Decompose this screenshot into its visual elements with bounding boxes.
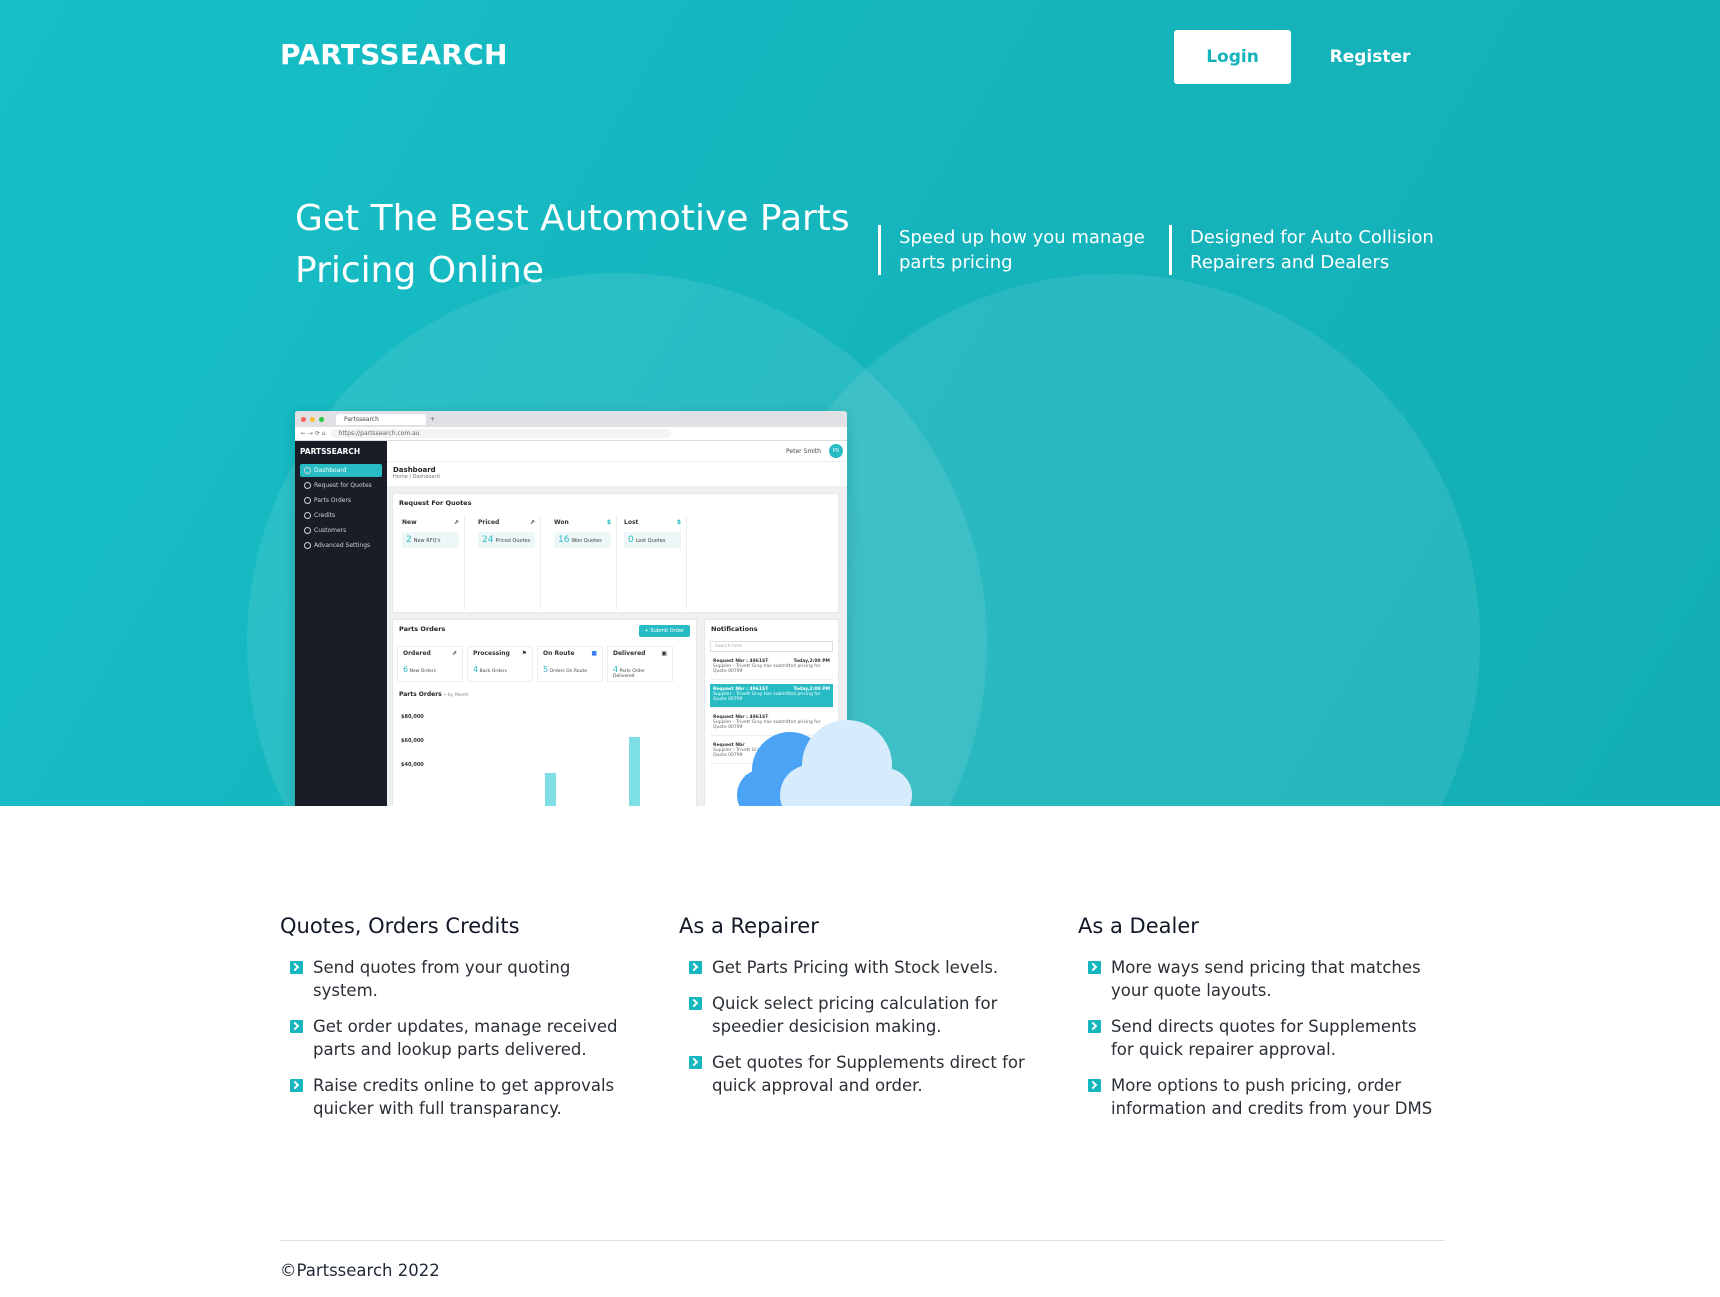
mock-chart-tick: $60,000 <box>401 738 424 744</box>
mock-sidebar-item: Request for Quotes <box>300 479 382 492</box>
mock-page-title: Dashboard <box>393 466 436 474</box>
brand-logo[interactable]: PARTSSEARCH <box>280 38 508 71</box>
mock-rfq-stat: New ⇗ 2 New RFQ's <box>397 516 465 610</box>
quotes-orders-column: Quotes, Orders Credits Send quotes from … <box>280 914 640 1133</box>
chevron-right-icon <box>290 961 303 974</box>
chevron-right-icon <box>1088 1079 1101 1092</box>
mock-chart-tick: $40,000 <box>401 762 424 768</box>
breadcrumb: Home / Dashboard <box>393 474 440 480</box>
register-button[interactable]: Register <box>1318 30 1422 84</box>
column-title: Quotes, Orders Credits <box>280 914 520 938</box>
browser-urlbar: ← → ⟳ ⌂ https://partssearch.com.au <box>295 427 847 441</box>
chevron-right-icon <box>290 1079 303 1092</box>
chevron-right-icon <box>1088 961 1101 974</box>
mock-rfq-card: Request For Quotes New ⇗ 2 New RFQ's Price… <box>392 493 839 613</box>
mock-sidebar: PARTSSEARCH Dashboard Request for Quotes… <box>295 441 387 806</box>
mock-sidebar-item: Credits <box>300 509 382 522</box>
mock-notification: Request Nbr : 4961ST Today,2:00 PM Suppli… <box>710 684 833 708</box>
mock-chart-bar <box>629 737 640 806</box>
browser-url: https://partssearch.com.au <box>330 429 671 438</box>
list-item: Get order updates, manage received parts… <box>280 1015 640 1061</box>
list-item: Get Parts Pricing with Stock levels. <box>679 956 1039 979</box>
mock-po-stat: Ordered ⇗ 6 New Orders <box>397 646 463 682</box>
mock-po-stat: Delivered ▣ 4 Parts Order Delivered <box>607 646 673 682</box>
avatar: PS <box>829 444 843 458</box>
list-item: Send directs quotes for Supplements for … <box>1078 1015 1438 1061</box>
list-item: Quick select pricing calculation for spe… <box>679 992 1039 1038</box>
mock-rfq-stat: Lost $ 0 Lost Quotes <box>619 516 687 610</box>
chevron-right-icon <box>290 1020 303 1033</box>
repairer-column: As a Repairer Get Parts Pricing with Sto… <box>679 914 1039 1110</box>
mock-parts-orders-card: Parts Orders + Submit Order Ordered ⇗ 6 N… <box>392 619 697 806</box>
list-item: Get quotes for Supplements direct for qu… <box>679 1051 1039 1097</box>
column-title: As a Dealer <box>1078 914 1199 938</box>
mock-chart-tick: $80,000 <box>401 714 424 720</box>
mock-sidebar-item: Customers <box>300 524 382 537</box>
mock-chart-title: Parts Orders <box>399 691 442 698</box>
hero-feature-speed: Speed up how you manage parts pricing <box>878 225 1148 275</box>
list-item: Raise credits online to get approvals qu… <box>280 1074 640 1120</box>
hero-headline: Get The Best Automotive Parts Pricing On… <box>295 198 850 291</box>
mock-rfq-stat: Won $ 16 Won Quotes <box>549 516 617 610</box>
hero-feature-designed: Designed for Auto Collision Repairers an… <box>1169 225 1469 275</box>
footer-copyright: ©Partssearch 2022 <box>280 1261 440 1280</box>
mock-user-name: Peter Smith <box>786 447 821 455</box>
mock-po-stat: Processing ⚑ 4 Back Orders <box>467 646 533 682</box>
chevron-right-icon <box>1088 1020 1101 1033</box>
list-item: Send quotes from your quoting system. <box>280 956 640 1002</box>
cloud-illustration <box>737 720 912 806</box>
login-button[interactable]: Login <box>1174 30 1291 84</box>
chevron-right-icon <box>689 1056 702 1069</box>
mock-notification: Request Nbr : 4961ST Today,2:00 PM Suppli… <box>710 656 833 680</box>
list-item: More ways send pricing that matches your… <box>1078 956 1438 1002</box>
mock-sidebar-brand: PARTSSEARCH <box>300 447 361 456</box>
mock-rfq-title: Request For Quotes <box>399 499 472 507</box>
mock-sidebar-item: Parts Orders <box>300 494 382 507</box>
mock-chart-subtitle: • by Month <box>443 693 469 698</box>
list-item: More options to push pricing, order info… <box>1078 1074 1438 1120</box>
browser-tabbar: Partssearch + <box>295 411 847 427</box>
browser-tab: Partssearch <box>336 413 426 425</box>
footer-divider <box>280 1240 1445 1241</box>
mock-sidebar-item: Dashboard <box>300 464 382 477</box>
mock-sidebar-item: Advanced Settings <box>300 539 382 552</box>
dealer-column: As a Dealer More ways send pricing that … <box>1078 914 1438 1133</box>
mock-notif-title: Notifications <box>711 625 758 633</box>
hero-section: PARTSSEARCH Login Register Get The Best … <box>0 0 1720 806</box>
mock-chart-bar <box>545 773 556 806</box>
chevron-right-icon <box>689 997 702 1010</box>
mock-submit-order-button: + Submit Order <box>638 625 690 637</box>
chevron-right-icon <box>689 961 702 974</box>
mock-notif-search: Search here <box>710 641 833 652</box>
mock-po-stat: On Route ■ 5 Orders On Route <box>537 646 603 682</box>
column-title: As a Repairer <box>679 914 819 938</box>
mock-rfq-stat: Priced ⇗ 24 Priced Quotes <box>473 516 541 610</box>
